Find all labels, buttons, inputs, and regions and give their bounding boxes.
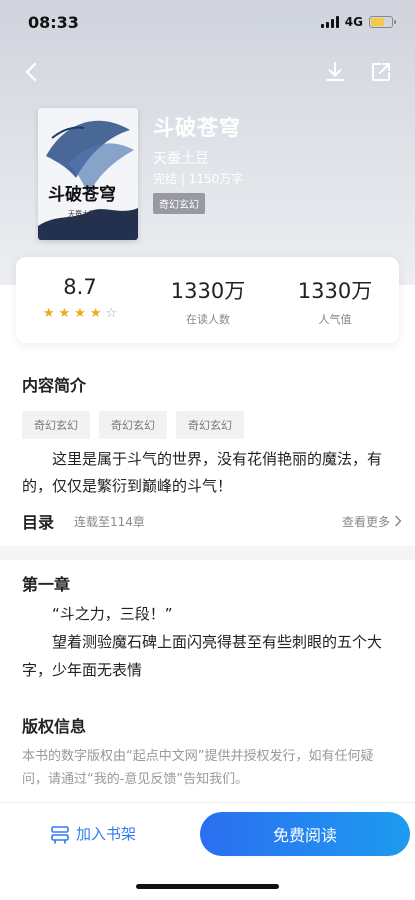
star-icon: ★: [89, 306, 102, 321]
add-to-shelf-button[interactable]: 加入书架: [50, 823, 136, 844]
copyright-text: 本书的数字版权由“起点中文网”提供并授权发行，如有任何疑问，请通过“我的-意见反…: [22, 749, 374, 787]
chapter-paragraph: 望着测验魔石碑上面闪亮得甚至有些刺眼的五个大字，少年面无表情: [22, 633, 383, 679]
chevron-right-icon: [395, 515, 402, 527]
back-icon[interactable]: [20, 60, 44, 84]
meta-separator: |: [180, 172, 189, 186]
battery-icon: [369, 16, 396, 28]
toc-status: 连载至114章: [74, 514, 145, 529]
star-icon: ★: [42, 306, 55, 321]
star-outline-icon: ☆: [105, 306, 118, 321]
chapter-paragraph: “斗之力，三段！”: [52, 605, 173, 623]
popularity-value: 1330万: [297, 279, 373, 303]
tag-chip[interactable]: 奇幻玄幻: [176, 411, 244, 439]
add-to-shelf-label: 加入书架: [76, 825, 137, 843]
toc-label: 目录: [22, 513, 55, 532]
book-cover[interactable]: 斗破苍穹 天蚕土豆: [38, 108, 138, 240]
signal-icon: [320, 16, 339, 28]
download-icon[interactable]: [323, 60, 347, 84]
popularity-label: 人气值: [318, 313, 352, 326]
rating-stat: 8.7 ★ ★ ★ ★ ☆: [16, 275, 144, 320]
network-type: 4G: [344, 15, 363, 29]
cover-author-art: 天蚕土豆: [68, 209, 96, 218]
star-icon: ★: [74, 306, 86, 321]
readers-value: 1330万: [170, 279, 246, 303]
intro-title: 内容简介: [22, 376, 87, 395]
intro-tags: 奇幻玄幻 奇幻玄幻 奇幻玄幻: [22, 411, 244, 439]
home-indicator[interactable]: [136, 884, 279, 889]
book-meta: 完结 | 1150万字: [153, 170, 243, 187]
book-word-count: 1150万字: [188, 172, 244, 186]
share-icon[interactable]: [369, 60, 393, 84]
stats-card: 8.7 ★ ★ ★ ★ ☆ 1330万 在读人数 1330万 人气值: [16, 257, 399, 343]
cover-title-art: 斗破苍穹: [48, 184, 116, 205]
chapter-title: 第一章: [22, 575, 71, 594]
copyright-title: 版权信息: [22, 717, 87, 736]
toc-more-label: 查看更多: [341, 514, 390, 529]
status-indicators: 4G: [320, 15, 396, 29]
top-navigation: [0, 56, 415, 88]
bookshelf-icon: [51, 825, 69, 844]
svg-text:天蚕土豆: 天蚕土豆: [68, 209, 96, 218]
category-tag[interactable]: 奇幻玄幻: [153, 193, 205, 214]
book-title: 斗破苍穹: [153, 116, 241, 140]
intro-text: 这里是属于斗气的世界，没有花俏艳丽的魔法，有的，仅仅是繁衍到巅峰的斗气！: [22, 450, 383, 495]
status-time: 08:33: [28, 12, 79, 32]
toc-row[interactable]: 目录 连载至114章 查看更多: [22, 509, 402, 533]
rating-value: 8.7: [63, 275, 97, 299]
status-bar: 08:33 4G: [0, 0, 415, 44]
popularity-stat: 1330万 人气值: [271, 275, 399, 327]
free-read-button[interactable]: 免费阅读: [200, 812, 410, 856]
toc-more-link[interactable]: 查看更多: [342, 513, 402, 530]
chapter-preview[interactable]: “斗之力，三段！” 望着测验魔石碑上面闪亮得甚至有些刺眼的五个大字，少年面无表情: [22, 600, 400, 684]
book-author[interactable]: 天蚕土豆: [153, 148, 209, 168]
section-divider: [0, 546, 415, 560]
tag-chip[interactable]: 奇幻玄幻: [99, 411, 167, 439]
book-status: 完结: [153, 172, 178, 186]
svg-text:斗破苍穹: 斗破苍穹: [48, 184, 116, 205]
star-icon: ★: [58, 306, 71, 321]
readers-stat: 1330万 在读人数: [144, 275, 272, 327]
rating-stars: ★ ★ ★ ★ ☆: [16, 307, 144, 320]
tag-chip[interactable]: 奇幻玄幻: [22, 411, 90, 439]
readers-label: 在读人数: [186, 313, 230, 326]
